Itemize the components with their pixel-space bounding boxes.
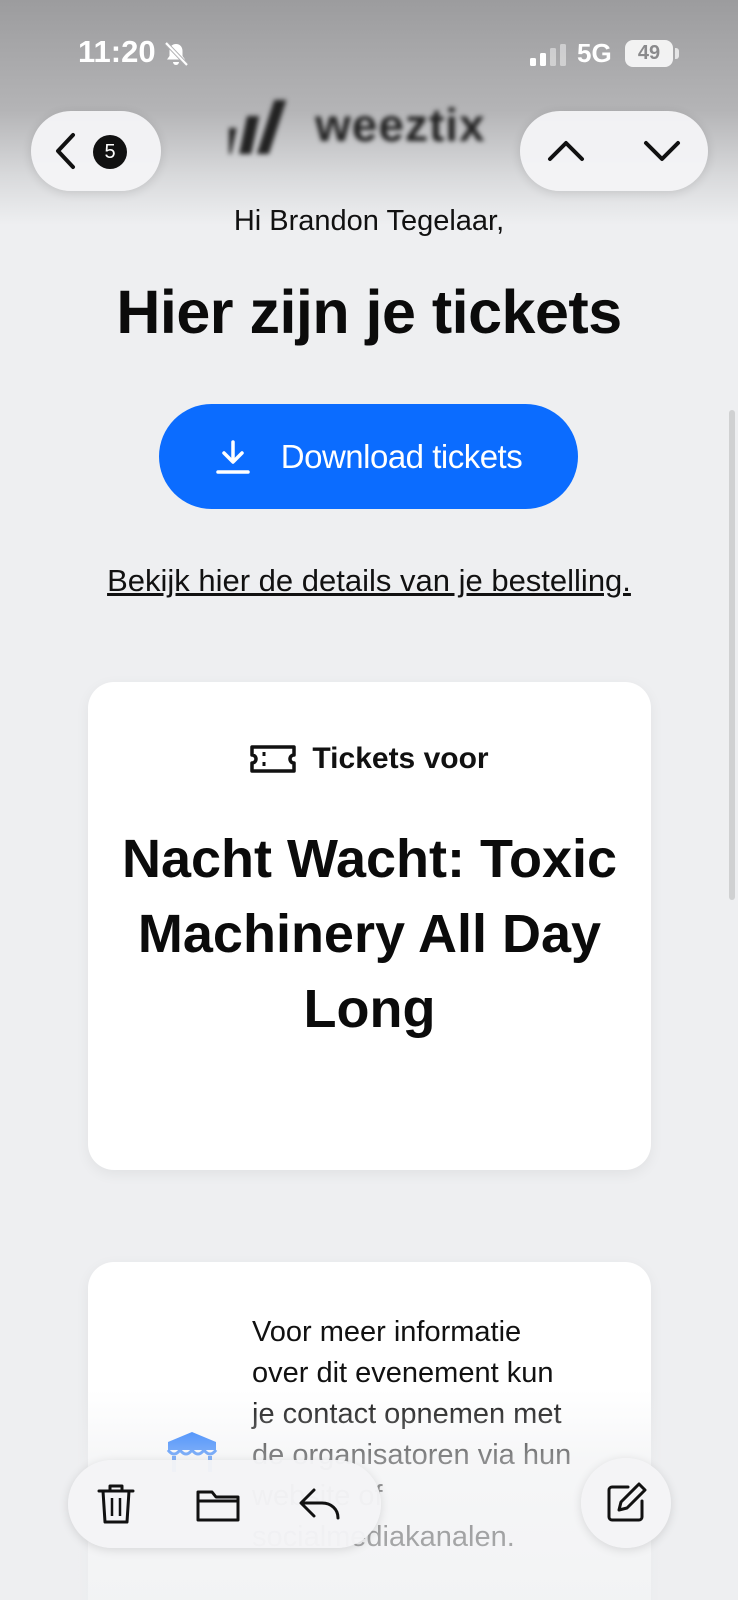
chevron-up-icon[interactable] — [542, 127, 590, 175]
logo-bars-icon — [229, 100, 287, 154]
ticket-label-row: Tickets voor — [88, 742, 651, 776]
status-bar: 11:20 5G 49 — [0, 0, 738, 100]
scroll-indicator[interactable] — [729, 410, 735, 900]
trash-icon[interactable] — [92, 1480, 140, 1528]
message-navigation — [520, 111, 708, 191]
order-details-link[interactable]: Bekijk hier de details van je bestelling… — [0, 563, 738, 599]
battery-tip — [675, 48, 679, 59]
brand-logo: weeztix — [225, 92, 525, 162]
back-button[interactable]: 5 — [31, 111, 161, 191]
email-headline: Hier zijn je tickets — [116, 278, 622, 346]
ticket-card: Tickets voor Nacht Wacht: Toxic Machiner… — [88, 682, 651, 1170]
network-type: 5G — [577, 38, 612, 68]
greeting: Hi Brandon Tegelaar, — [233, 205, 505, 237]
chevron-left-icon — [56, 133, 75, 169]
brand-wordmark: weeztix — [315, 99, 486, 151]
status-time: 11:20 — [78, 34, 156, 69]
download-tickets-button[interactable]: Download tickets — [159, 404, 578, 509]
compose-icon — [607, 1482, 647, 1522]
compose-button[interactable] — [581, 1458, 671, 1548]
ticket-icon — [250, 745, 297, 773]
tickets-for-label: Tickets voor — [312, 742, 489, 775]
signal-icon — [530, 44, 566, 66]
chevron-down-icon[interactable] — [638, 127, 686, 175]
download-tickets-label: Download tickets — [280, 437, 523, 475]
bell-slash-icon — [164, 41, 189, 67]
download-icon — [216, 439, 250, 474]
unread-count-badge: 5 — [93, 135, 127, 169]
folder-icon[interactable] — [194, 1480, 242, 1528]
event-title: Nacht Wacht: Toxic Machinery All Day Lon… — [121, 829, 618, 1039]
battery-indicator: 49 — [625, 40, 673, 67]
mail-action-toolbar — [68, 1460, 381, 1548]
reply-icon[interactable] — [296, 1480, 344, 1528]
